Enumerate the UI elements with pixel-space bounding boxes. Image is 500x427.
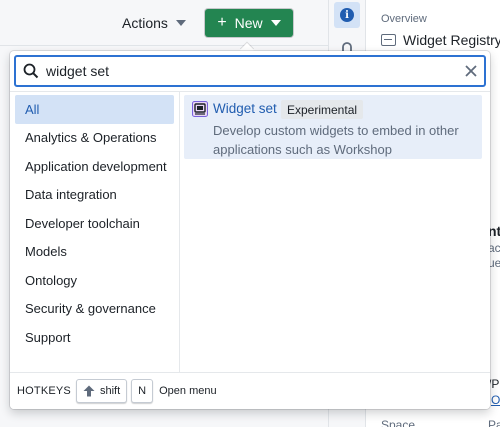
result-title: Widget set xyxy=(213,101,277,116)
top-toolbar: Actions + New xyxy=(0,0,328,46)
category-item-analytics[interactable]: Analytics & Operations xyxy=(15,124,174,153)
result-description: Develop custom widgets to embed in other… xyxy=(213,123,459,157)
result-item-widget-set[interactable]: Widget set Experimental Develop custom w… xyxy=(184,95,482,159)
close-icon[interactable] xyxy=(458,58,484,84)
shift-key-label: shift xyxy=(99,385,121,397)
hotkeys-footer: HOTKEYS shift N Open menu xyxy=(10,372,490,409)
actions-button[interactable]: Actions xyxy=(112,10,196,36)
category-item-all[interactable]: All xyxy=(15,95,174,124)
category-item-app-development[interactable]: Application development xyxy=(15,152,174,181)
registry-title: Widget Registry xyxy=(403,32,500,48)
category-item-data-integration[interactable]: Data integration xyxy=(15,181,174,210)
info-tab[interactable]: i xyxy=(334,2,360,28)
new-button-label: New xyxy=(234,15,263,31)
registry-icon xyxy=(381,34,396,46)
widget-set-icon xyxy=(192,101,208,117)
space-label: Space xyxy=(381,418,416,427)
experimental-tag: Experimental xyxy=(281,100,364,119)
caret-down-icon xyxy=(175,20,186,26)
n-key: N xyxy=(131,379,154,403)
search-box xyxy=(14,55,486,87)
truncated-link[interactable]: O xyxy=(491,393,500,407)
caret-down-icon xyxy=(270,20,281,26)
category-item-security[interactable]: Security & governance xyxy=(15,295,174,324)
truncated-space-value: Pa xyxy=(488,418,500,427)
category-item-models[interactable]: Models xyxy=(15,238,174,267)
info-icon: i xyxy=(340,8,354,22)
arrow-up-icon xyxy=(83,385,95,397)
search-icon xyxy=(16,63,46,79)
actions-button-label: Actions xyxy=(122,15,168,31)
n-key-label: N xyxy=(138,385,147,397)
category-item-support[interactable]: Support xyxy=(15,323,174,352)
hotkeys-label: HOTKEYS xyxy=(17,385,71,397)
category-list: All Analytics & Operations Application d… xyxy=(10,92,180,372)
category-item-developer-toolchain[interactable]: Developer toolchain xyxy=(15,209,174,238)
new-menu-popover: All Analytics & Operations Application d… xyxy=(10,51,490,409)
plus-icon: + xyxy=(217,14,227,31)
category-item-ontology[interactable]: Ontology xyxy=(15,266,174,295)
shift-key: shift xyxy=(75,379,128,403)
search-input[interactable] xyxy=(46,57,458,85)
hotkey-action-label: Open menu xyxy=(159,385,217,397)
results-list: Widget set Experimental Develop custom w… xyxy=(181,92,490,372)
registry-link[interactable]: Widget Registry xyxy=(381,32,500,48)
new-button[interactable]: + New xyxy=(205,9,293,37)
overview-label: Overview xyxy=(381,13,427,25)
